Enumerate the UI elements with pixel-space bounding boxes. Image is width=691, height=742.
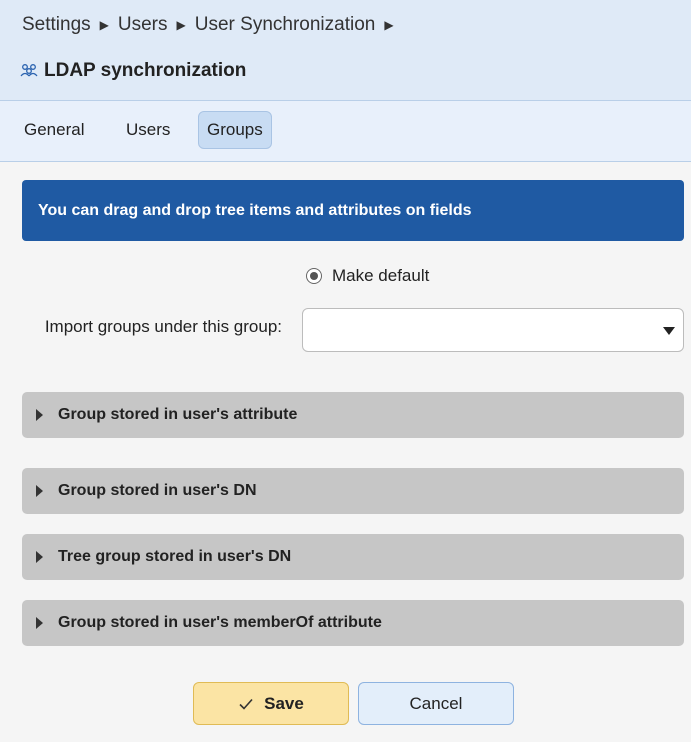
make-default-label: Make default — [332, 266, 430, 285]
breadcrumb-separator-icon: ▶ — [384, 18, 394, 32]
info-banner: You can drag and drop tree items and att… — [22, 180, 684, 241]
breadcrumb-users[interactable]: Users — [118, 14, 168, 36]
groups-panel: You can drag and drop tree items and att… — [0, 162, 691, 742]
section-label: Group stored in user's DN — [58, 482, 257, 499]
save-label: Save — [264, 693, 304, 713]
save-button[interactable]: Save — [193, 682, 349, 725]
breadcrumb-settings[interactable]: Settings — [22, 14, 91, 36]
section-label: Tree group stored in user's DN — [58, 548, 292, 565]
section-label: Group stored in user's attribute — [58, 406, 298, 423]
breadcrumb: Settings ▶ Users ▶ User Synchronization … — [22, 14, 403, 36]
dropdown-caret-icon — [663, 327, 675, 335]
expand-triangle-icon — [36, 551, 43, 563]
import-groups-select[interactable] — [302, 308, 684, 352]
cancel-label: Cancel — [409, 693, 463, 713]
expand-triangle-icon — [36, 409, 43, 421]
tab-users[interactable]: Users — [118, 111, 178, 149]
section-tree-group-in-user-dn[interactable]: Tree group stored in user's DN — [22, 534, 684, 580]
section-group-in-user-dn[interactable]: Group stored in user's DN — [22, 468, 684, 514]
tab-groups[interactable]: Groups — [198, 111, 272, 149]
page-title: LDAP synchronization — [44, 60, 247, 81]
section-label: Group stored in user's memberOf attribut… — [58, 614, 382, 631]
breadcrumb-user-synchronization[interactable]: User Synchronization — [195, 14, 376, 36]
tab-general[interactable]: General — [16, 111, 92, 149]
cancel-button[interactable]: Cancel — [358, 682, 514, 725]
expand-triangle-icon — [36, 617, 43, 629]
section-group-in-user-attribute[interactable]: Group stored in user's attribute — [22, 392, 684, 438]
page-header: Settings ▶ Users ▶ User Synchronization … — [0, 0, 691, 101]
breadcrumb-separator-icon: ▶ — [176, 18, 186, 32]
users-icon — [20, 64, 38, 77]
tab-bar: General Users Groups — [0, 101, 691, 162]
title-row: LDAP synchronization — [20, 60, 246, 82]
import-groups-label: Import groups under this group: — [44, 317, 282, 336]
breadcrumb-separator-icon: ▶ — [99, 18, 109, 32]
checkmark-icon — [239, 698, 253, 710]
make-default-radio[interactable] — [306, 268, 322, 284]
section-group-in-memberof-attribute[interactable]: Group stored in user's memberOf attribut… — [22, 600, 684, 646]
expand-triangle-icon — [36, 485, 43, 497]
make-default-option[interactable]: Make default — [306, 266, 429, 286]
